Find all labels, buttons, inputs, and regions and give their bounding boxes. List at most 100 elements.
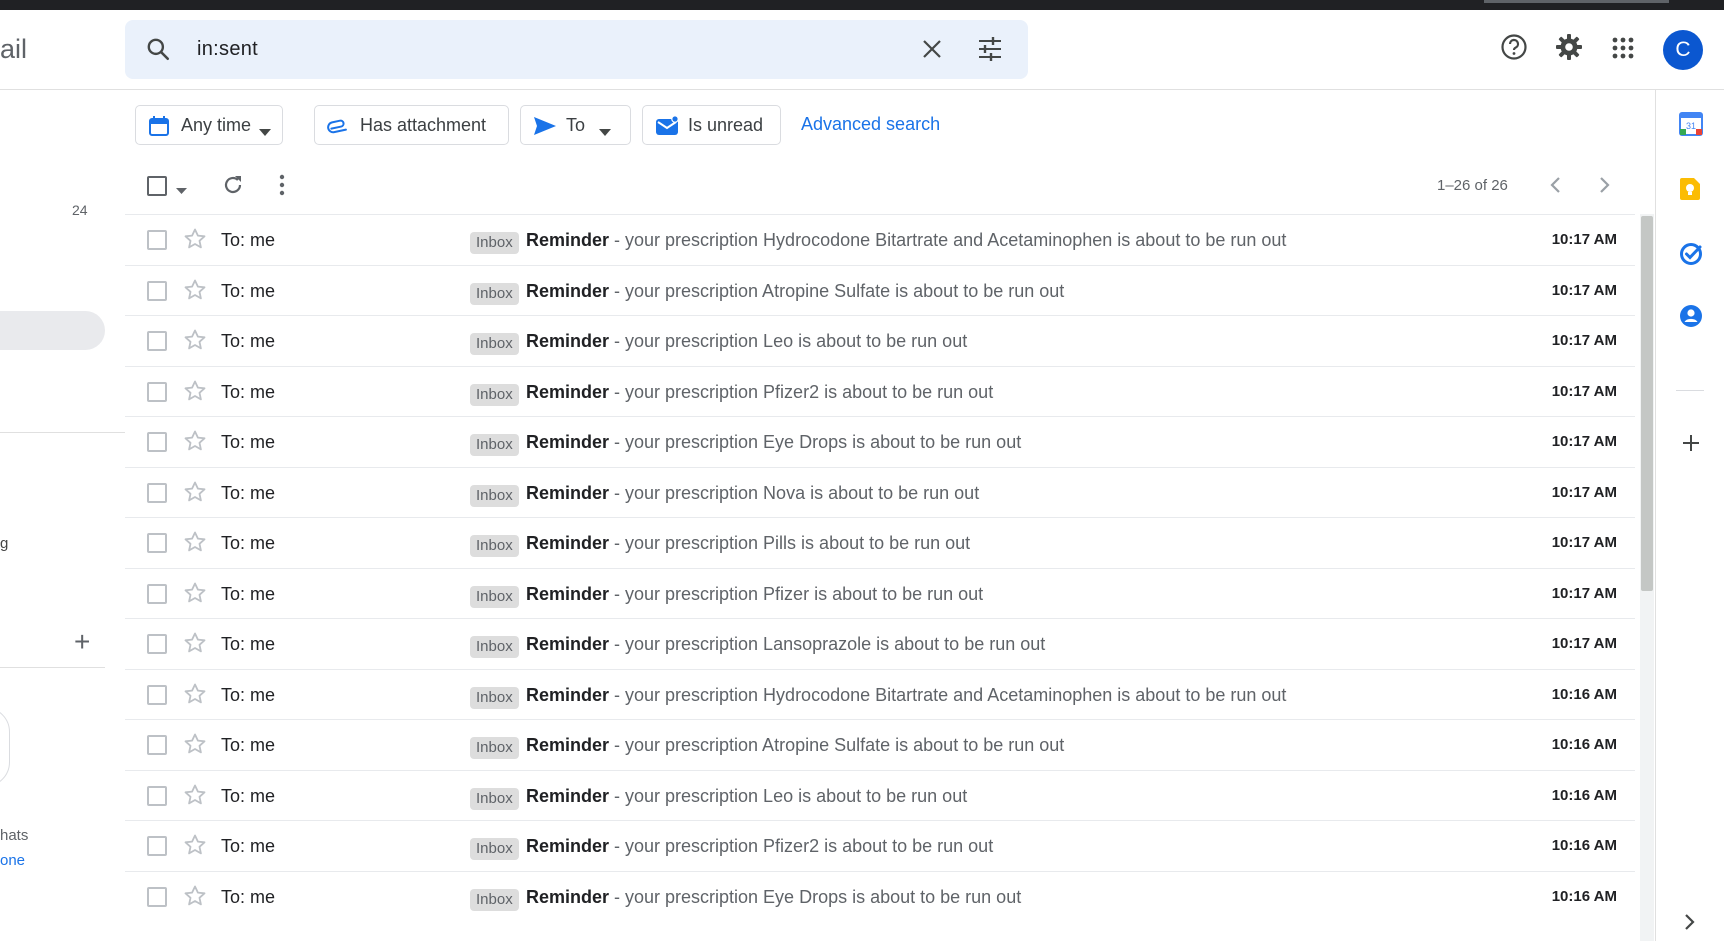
row-checkbox[interactable]: [147, 230, 167, 250]
search-input[interactable]: in:sent: [197, 38, 258, 61]
email-row[interactable]: To: me Inbox Reminder - your prescription …: [125, 820, 1635, 871]
email-row[interactable]: To: me Inbox Reminder - your prescription …: [125, 668, 1635, 719]
star-icon[interactable]: [183, 429, 207, 458]
star-icon[interactable]: [183, 328, 207, 357]
chip-to[interactable]: To: [520, 105, 631, 145]
close-icon[interactable]: [921, 38, 943, 65]
sidebar-start-chat-link[interactable]: one: [0, 852, 25, 869]
chip-is-unread-label: Is unread: [688, 115, 764, 135]
star-icon[interactable]: [183, 480, 207, 509]
inbox-label-badge[interactable]: Inbox: [470, 484, 519, 507]
star-icon[interactable]: [183, 833, 207, 862]
chip-is-unread[interactable]: Is unread: [642, 105, 781, 145]
avatar[interactable]: C: [1663, 30, 1703, 70]
chevron-right-icon[interactable]: [1683, 913, 1697, 936]
inbox-label-badge[interactable]: Inbox: [470, 434, 519, 456]
row-checkbox[interactable]: [147, 886, 167, 907]
star-icon[interactable]: [183, 682, 207, 711]
email-time: 10:17 AM: [1551, 281, 1617, 299]
email-row[interactable]: To: me Inbox Reminder - your prescription …: [125, 264, 1635, 315]
email-row[interactable]: To: me Inbox Reminder - your prescription …: [125, 416, 1635, 467]
inbox-label-badge[interactable]: Inbox: [470, 737, 519, 759]
star-icon[interactable]: [183, 227, 207, 256]
email-row[interactable]: To: me Inbox Reminder - your prescription …: [125, 365, 1635, 416]
gear-icon[interactable]: [1555, 33, 1583, 66]
email-time: 10:17 AM: [1551, 584, 1617, 602]
chevron-right-icon[interactable]: [1594, 175, 1614, 200]
paperclip-icon: [327, 115, 351, 142]
star-icon[interactable]: [183, 732, 207, 761]
search-options-icon[interactable]: [977, 36, 1003, 67]
email-row[interactable]: To: me Inbox Reminder - your prescription …: [125, 214, 1635, 265]
email-subject: Reminder: [526, 381, 610, 402]
row-checkbox[interactable]: [147, 634, 167, 654]
add-label-icon[interactable]: +: [74, 628, 90, 656]
sidebar-item-active[interactable]: [0, 311, 105, 350]
email-row[interactable]: To: me Inbox Reminder - your prescription …: [125, 769, 1635, 820]
inbox-label-badge[interactable]: Inbox: [470, 535, 519, 557]
more-vert-icon[interactable]: [279, 174, 285, 201]
inbox-label-badge[interactable]: Inbox: [470, 383, 519, 406]
star-icon[interactable]: [183, 783, 207, 812]
star-icon[interactable]: [183, 884, 207, 913]
email-sender: To: me: [221, 280, 276, 301]
row-checkbox[interactable]: [147, 331, 167, 351]
row-checkbox[interactable]: [147, 482, 167, 503]
star-icon[interactable]: [183, 530, 207, 559]
email-snippet: - your prescription Leo is about to be r…: [609, 331, 968, 351]
email-row[interactable]: To: me Inbox Reminder - your prescription …: [125, 567, 1635, 618]
browser-tab-edge: [1484, 0, 1669, 3]
email-row[interactable]: To: me Inbox Reminder - your prescription …: [125, 719, 1635, 770]
row-checkbox[interactable]: [147, 785, 167, 806]
search-bar[interactable]: in:sent: [125, 20, 1028, 79]
inbox-label-badge[interactable]: Inbox: [470, 838, 519, 860]
grid-icon[interactable]: [1612, 37, 1634, 64]
sidebar-item-partial[interactable]: g: [0, 535, 8, 552]
email-row[interactable]: To: me Inbox Reminder - your prescription …: [125, 618, 1635, 669]
scrollbar-thumb[interactable]: [1641, 216, 1653, 591]
calendar-icon[interactable]: 31: [1679, 112, 1703, 141]
inbox-label-badge[interactable]: Inbox: [470, 585, 519, 608]
select-all-checkbox[interactable]: [147, 176, 167, 196]
search-icon[interactable]: [145, 36, 171, 67]
select-dropdown-icon[interactable]: [176, 182, 187, 200]
email-snippet: - your prescription Atropine Sulfate is …: [609, 280, 1065, 301]
tasks-icon[interactable]: [1679, 242, 1703, 271]
row-checkbox[interactable]: [147, 533, 167, 553]
inbox-label-badge[interactable]: Inbox: [470, 333, 519, 355]
help-circle-icon[interactable]: [1500, 33, 1528, 66]
email-row[interactable]: To: me Inbox Reminder - your prescription …: [125, 466, 1635, 517]
inbox-label-badge[interactable]: Inbox: [470, 282, 519, 305]
star-icon[interactable]: [183, 278, 207, 307]
row-checkbox[interactable]: [147, 381, 167, 402]
email-row[interactable]: To: me Inbox Reminder - your prescription …: [125, 315, 1635, 366]
row-checkbox[interactable]: [147, 583, 167, 604]
advanced-search-link[interactable]: Advanced search: [801, 114, 940, 135]
chip-any-time[interactable]: Any time: [135, 105, 283, 145]
email-sender: To: me: [221, 482, 276, 503]
row-checkbox[interactable]: [147, 735, 167, 755]
inbox-label-badge[interactable]: Inbox: [470, 232, 519, 254]
email-time: 10:17 AM: [1551, 382, 1617, 400]
refresh-icon[interactable]: [221, 173, 245, 202]
inbox-label-badge[interactable]: Inbox: [470, 787, 519, 810]
row-checkbox[interactable]: [147, 280, 167, 301]
row-checkbox[interactable]: [147, 684, 167, 705]
star-icon[interactable]: [183, 379, 207, 408]
inbox-label-badge[interactable]: Inbox: [470, 888, 519, 911]
keep-icon[interactable]: [1679, 177, 1701, 206]
star-icon[interactable]: [183, 581, 207, 610]
row-checkbox[interactable]: [147, 432, 167, 452]
star-icon[interactable]: [183, 631, 207, 660]
row-checkbox[interactable]: [147, 836, 167, 856]
app-brand[interactable]: ail: [0, 34, 27, 65]
inbox-label-badge[interactable]: Inbox: [470, 686, 519, 709]
chip-has-attachment[interactable]: Has attachment: [314, 105, 509, 145]
inbox-label-badge[interactable]: Inbox: [470, 636, 519, 658]
email-row[interactable]: To: me Inbox Reminder - your prescription …: [125, 870, 1635, 921]
email-row[interactable]: To: me Inbox Reminder - your prescription …: [125, 517, 1635, 568]
chevron-left-icon[interactable]: [1546, 175, 1566, 200]
contacts-icon[interactable]: [1679, 304, 1703, 333]
scrollbar[interactable]: [1640, 214, 1654, 941]
add-icon[interactable]: [1681, 433, 1701, 458]
